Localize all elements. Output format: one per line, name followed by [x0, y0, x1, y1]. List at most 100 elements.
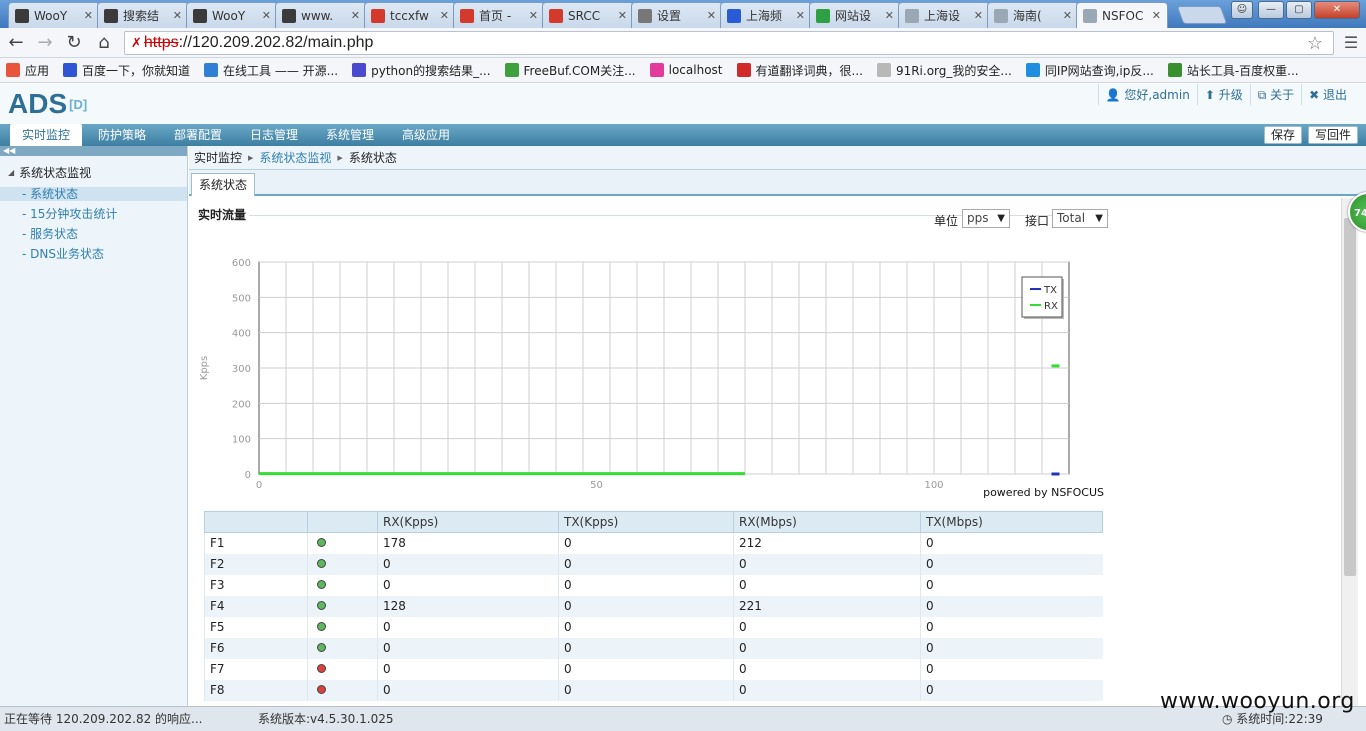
cell-tx-mbps: 0	[920, 637, 1103, 659]
bookmark-item[interactable]: python的搜索结果_...	[352, 62, 491, 79]
bookmark-item[interactable]: localhost	[649, 63, 723, 77]
bookmark-favicon-icon	[352, 63, 367, 77]
write-back-button[interactable]: 写回件	[1308, 126, 1359, 144]
tab-favicon-icon	[638, 8, 652, 23]
traffic-chart: 0 100 200 300 400 500 600 0 50 100 Kpps TX RX powered…	[199, 258, 1104, 499]
browser-menu-icon[interactable]: ☰	[1340, 31, 1362, 55]
bookmark-label: 站长工具-百度权重...	[1186, 63, 1299, 78]
browser-tab[interactable]: WooY ✕	[8, 2, 100, 28]
upgrade-link[interactable]: ⬆ 升级	[1196, 84, 1250, 105]
browser-tab[interactable]: 海南(✕	[987, 2, 1079, 28]
tab-close-icon[interactable]: ✕	[885, 9, 894, 22]
bookmark-item[interactable]: 在线工具 —— 开源...	[204, 62, 338, 79]
browser-tab[interactable]: 上海设 ✕	[898, 2, 990, 28]
nav-protection-policy[interactable]: 防护策略	[86, 124, 158, 146]
bookmark-item[interactable]: 有道翻译词典，很...	[736, 62, 863, 79]
forward-icon[interactable]: →	[33, 31, 57, 55]
browser-tab[interactable]: 上海频 ✕	[720, 2, 812, 28]
nav-realtime-monitor[interactable]: 实时监控	[10, 124, 83, 146]
nav-log-management[interactable]: 日志管理	[238, 124, 310, 146]
bookmark-item[interactable]: 应用	[6, 62, 49, 79]
bookmark-item[interactable]: 百度一下，你就知道	[63, 62, 190, 79]
nav-deployment-config[interactable]: 部署配置	[162, 124, 234, 146]
cell-tx-mbps: 0	[920, 595, 1103, 617]
scrollbar-thumb[interactable]	[1344, 218, 1356, 576]
loading-status: 正在等待 120.209.202.82 的响应...	[4, 712, 203, 726]
bookmark-item[interactable]: FreeBuf.COM关注...	[504, 62, 636, 79]
sidebar-group-system-status[interactable]: ◢ 系统状态监视	[0, 164, 187, 181]
close-window-button[interactable]: ✕	[1314, 1, 1360, 19]
nav-system-management[interactable]: 系统管理	[314, 124, 386, 146]
minimize-button[interactable]: —	[1258, 1, 1284, 19]
tab-close-icon[interactable]: ✕	[351, 9, 360, 22]
cell-port: F8	[204, 679, 308, 701]
address-bar[interactable]: ✗ https ://120.209.202.82/main.php ☆	[124, 31, 1334, 55]
browser-tab[interactable]: 搜索结 ✕	[97, 2, 189, 28]
back-icon[interactable]: ←	[4, 31, 28, 55]
reload-icon[interactable]: ↻	[62, 31, 86, 55]
cell-rx-kpps: 0	[377, 574, 559, 596]
cell-tx-kpps: 0	[558, 616, 734, 638]
browser-toolbar: ← → ↻ ⌂ ✗ https ://120.209.202.82/main.p…	[0, 28, 1366, 58]
sidebar-collapse-icon[interactable]: ◀◀	[0, 146, 187, 156]
insecure-lock-icon[interactable]: ✗	[131, 35, 142, 51]
tab-close-icon[interactable]: ✕	[1063, 9, 1072, 22]
user-icon[interactable]: ☺	[1231, 1, 1253, 19]
breadcrumb-sep-icon: ▶	[248, 153, 254, 162]
breadcrumb-parent[interactable]: 系统状态监视	[259, 149, 331, 166]
tab-close-icon[interactable]: ✕	[974, 9, 983, 22]
unit-label: 单位	[934, 214, 959, 228]
breadcrumb-root[interactable]: 实时监控	[194, 149, 242, 166]
nav-advanced-apps[interactable]: 高级应用	[390, 124, 462, 146]
bookmark-favicon-icon	[6, 63, 20, 77]
browser-tab[interactable]: NSFOC ✕	[1076, 2, 1168, 28]
tab-close-icon[interactable]: ✕	[440, 9, 449, 22]
cell-rx-kpps: 128	[377, 595, 559, 617]
y-tick-label: 200	[232, 399, 251, 410]
tab-close-icon[interactable]: ✕	[1152, 9, 1161, 22]
bookmark-favicon-icon	[204, 63, 219, 77]
browser-tab[interactable]: www. ✕	[275, 2, 367, 28]
cell-rx-mbps: 0	[733, 658, 921, 680]
maximize-button[interactable]: ▢	[1286, 1, 1312, 19]
tab-system-status[interactable]: 系统状态	[191, 173, 256, 196]
tab-close-icon[interactable]: ✕	[529, 9, 538, 22]
status-dot-icon	[317, 685, 326, 694]
status-dot-icon	[317, 538, 326, 548]
bookmark-star-icon[interactable]: ☆	[1307, 33, 1323, 54]
sidebar-item-15min-attack-stats[interactable]: - 15分钟攻击统计	[0, 207, 187, 221]
about-link[interactable]: ⧉ 关于	[1249, 84, 1301, 105]
tab-close-icon[interactable]: ✕	[173, 9, 182, 22]
save-button[interactable]: 保存	[1264, 126, 1303, 144]
home-icon[interactable]: ⌂	[92, 31, 116, 55]
cell-tx-kpps: 0	[558, 595, 734, 617]
browser-tab[interactable]: 网站设 ✕	[809, 2, 901, 28]
sidebar-item-dns-status[interactable]: - DNS业务状态	[0, 247, 187, 261]
bookmark-item[interactable]: 站长工具-百度权重...	[1167, 62, 1299, 79]
interface-select[interactable]: Total ▼	[1052, 209, 1108, 228]
content-scrollbar[interactable]	[1341, 198, 1358, 706]
collapse-triangle-icon: ◢	[8, 168, 15, 177]
browser-tab[interactable]: WooY ✕	[186, 2, 278, 28]
unit-select[interactable]: pps ▼	[962, 209, 1010, 228]
bookmark-label: 应用	[25, 63, 50, 78]
user-greeting-link[interactable]: 👤 您好,admin	[1097, 84, 1197, 105]
bookmark-favicon-icon	[1025, 63, 1040, 77]
tab-close-icon[interactable]: ✕	[262, 9, 271, 22]
tab-close-icon[interactable]: ✕	[707, 9, 716, 22]
bookmark-label: 同IP网站查询,ip反...	[1044, 63, 1154, 78]
bookmark-item[interactable]: 同IP网站查询,ip反...	[1025, 62, 1154, 79]
browser-tab[interactable]: tccxfw ✕	[364, 2, 456, 28]
tab-close-icon[interactable]: ✕	[618, 9, 627, 22]
logout-link[interactable]: ✖ 退出	[1301, 84, 1354, 105]
tab-close-icon[interactable]: ✕	[84, 9, 93, 22]
browser-tab[interactable]: 首页 - ✕	[453, 2, 545, 28]
tab-title: WooY	[34, 8, 68, 23]
browser-tab[interactable]: 设置 ✕	[631, 2, 723, 28]
tab-close-icon[interactable]: ✕	[796, 9, 805, 22]
new-tab-button[interactable]	[1176, 6, 1228, 24]
sidebar-item-system-status[interactable]: - 系统状态	[0, 187, 187, 201]
browser-tab[interactable]: SRCC ✕	[542, 2, 634, 28]
sidebar-item-service-status[interactable]: - 服务状态	[0, 227, 187, 241]
bookmark-item[interactable]: 91Ri.org_我的安全...	[876, 62, 1012, 79]
